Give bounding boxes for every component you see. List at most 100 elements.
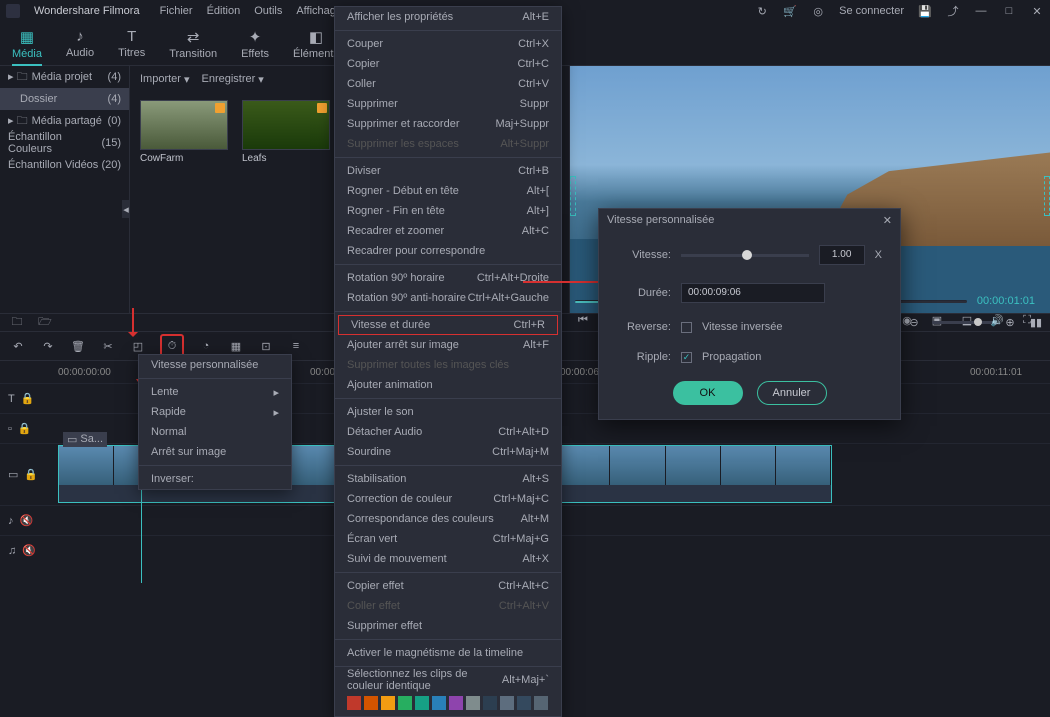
- cancel-button[interactable]: Annuler: [757, 381, 827, 405]
- cart-icon[interactable]: 🛒: [783, 4, 797, 18]
- ctx-item[interactable]: SourdineCtrl+Maj+M: [335, 442, 561, 462]
- color-swatch[interactable]: [398, 696, 412, 710]
- redo-icon[interactable]: ↷: [40, 338, 56, 354]
- color-swatch[interactable]: [449, 696, 463, 710]
- mute-icon[interactable]: 🔇: [22, 544, 36, 557]
- zoom-slider[interactable]: [932, 321, 992, 324]
- sidebar-item-colors[interactable]: Échantillon Couleurs(15): [0, 132, 129, 154]
- tab-transition[interactable]: ⇄Transition: [169, 28, 217, 60]
- ctx-item[interactable]: Détacher AudioCtrl+Alt+D: [335, 422, 561, 442]
- color-swatch[interactable]: [347, 696, 361, 710]
- ctx-item[interactable]: Ajouter arrêt sur imageAlt+F: [335, 335, 561, 355]
- track-text-icon[interactable]: T: [8, 393, 15, 405]
- new-folder-icon[interactable]: 🗀: [10, 316, 24, 330]
- motion-icon[interactable]: ⊡: [258, 338, 274, 354]
- tab-media[interactable]: ▦Média: [12, 28, 42, 66]
- ctx-item[interactable]: SupprimerSuppr: [335, 94, 561, 114]
- menu-custom-speed[interactable]: Vitesse personnalisée: [139, 355, 291, 375]
- menu-slow[interactable]: Lente▸: [139, 382, 291, 402]
- reverse-checkbox[interactable]: [681, 322, 692, 333]
- ripple-checkbox[interactable]: ✓: [681, 352, 692, 363]
- ctx-item[interactable]: Sélectionnez les clips de couleur identi…: [335, 670, 561, 690]
- refresh-icon[interactable]: ↻: [755, 4, 769, 18]
- ctx-item[interactable]: Copier effetCtrl+Alt+C: [335, 576, 561, 596]
- tab-effects[interactable]: ✦Effets: [241, 28, 269, 60]
- color-swatch[interactable]: [466, 696, 480, 710]
- ctx-item[interactable]: Rotation 90º horaireCtrl+Alt+Droite: [335, 268, 561, 288]
- color-swatch[interactable]: [432, 696, 446, 710]
- color-swatch[interactable]: [364, 696, 378, 710]
- ctx-item[interactable]: CopierCtrl+C: [335, 54, 561, 74]
- delete-icon[interactable]: 🗑: [70, 338, 86, 354]
- menu-file[interactable]: Fichier: [160, 5, 193, 17]
- duration-input[interactable]: 00:00:09:06: [681, 283, 825, 303]
- color-icon[interactable]: ◔: [198, 338, 214, 354]
- mute-icon[interactable]: 🔇: [20, 514, 34, 527]
- speed-slider[interactable]: [681, 254, 809, 257]
- ctx-item[interactable]: Rogner - Fin en têteAlt+]: [335, 201, 561, 221]
- ctx-item[interactable]: Suivi de mouvementAlt+X: [335, 549, 561, 569]
- tab-audio[interactable]: ♪Audio: [66, 28, 94, 59]
- ctx-item[interactable]: Correspondance des couleursAlt+M: [335, 509, 561, 529]
- track-audio-icon[interactable]: ♪: [8, 515, 14, 527]
- color-swatch[interactable]: [415, 696, 429, 710]
- lock-icon[interactable]: 🔒: [21, 392, 35, 405]
- ctx-item[interactable]: DiviserCtrl+B: [335, 161, 561, 181]
- maximize-icon[interactable]: □: [1002, 4, 1016, 18]
- ctx-item[interactable]: Rogner - Début en têteAlt+[: [335, 181, 561, 201]
- color-swatch[interactable]: [534, 696, 548, 710]
- ctx-item[interactable]: Ajuster le son: [335, 402, 561, 422]
- menu-edit[interactable]: Édition: [207, 5, 241, 17]
- adjust-icon[interactable]: ≡: [288, 338, 304, 354]
- menu-reverse[interactable]: Inverser:: [139, 469, 291, 489]
- media-thumb[interactable]: CowFarm: [140, 100, 228, 164]
- track-audio2-icon[interactable]: ♫: [8, 545, 16, 557]
- ctx-item[interactable]: Vitesse et duréeCtrl+R: [338, 315, 558, 335]
- lock-icon[interactable]: 🔒: [24, 468, 38, 481]
- color-swatch[interactable]: [381, 696, 395, 710]
- undo-icon[interactable]: ↶: [10, 338, 26, 354]
- track-pip-icon[interactable]: ▫: [8, 423, 12, 435]
- greenscreen-icon[interactable]: ▦: [228, 338, 244, 354]
- ctx-item[interactable]: Afficher les propriétésAlt+E: [335, 7, 561, 27]
- ok-button[interactable]: OK: [673, 381, 743, 405]
- menu-freeze[interactable]: Arrêt sur image: [139, 442, 291, 462]
- cut-icon[interactable]: ✂: [100, 338, 116, 354]
- minimize-icon[interactable]: —: [974, 4, 988, 18]
- signin-button[interactable]: Se connecter: [839, 5, 904, 17]
- sidebar-item-shared[interactable]: ▸ 🗀 Média partagé(0): [0, 110, 129, 132]
- zoom-in-icon[interactable]: ⊕: [1002, 314, 1018, 330]
- ctx-item[interactable]: CouperCtrl+X: [335, 34, 561, 54]
- ctx-item[interactable]: Ajouter animation: [335, 375, 561, 395]
- ctx-item[interactable]: Écran vertCtrl+Maj+G: [335, 529, 561, 549]
- collapse-sidebar-button[interactable]: ◂: [122, 200, 130, 218]
- ctx-item[interactable]: StabilisationAlt+S: [335, 469, 561, 489]
- media-thumb[interactable]: Leafs: [242, 100, 330, 164]
- resize-handle[interactable]: [570, 176, 576, 216]
- import-dropdown[interactable]: Importer ▾: [140, 73, 190, 86]
- close-icon[interactable]: ✕: [1030, 4, 1044, 18]
- color-swatch[interactable]: [483, 696, 497, 710]
- tab-elements[interactable]: ◧Éléments: [293, 28, 339, 60]
- dialog-close-icon[interactable]: ✕: [883, 214, 892, 227]
- ctx-item[interactable]: Correction de couleurCtrl+Maj+C: [335, 489, 561, 509]
- menu-normal[interactable]: Normal: [139, 422, 291, 442]
- speed-input[interactable]: 1.00: [819, 245, 865, 265]
- ctx-item[interactable]: Recadrer pour correspondre: [335, 241, 561, 261]
- save-icon[interactable]: 💾: [918, 4, 932, 18]
- ctx-item[interactable]: CollerCtrl+V: [335, 74, 561, 94]
- lock-icon[interactable]: 🔒: [18, 422, 32, 435]
- fit-icon[interactable]: ▮▮: [1028, 314, 1044, 330]
- sidebar-item-project[interactable]: ▸ 🗀 Média projet(4): [0, 66, 129, 88]
- zoom-out-icon[interactable]: ⊖: [906, 314, 922, 330]
- sidebar-item-folder[interactable]: Dossier(4): [0, 88, 129, 110]
- track-video-icon[interactable]: ▭: [8, 468, 18, 481]
- prev-frame-icon[interactable]: ⏮: [575, 312, 591, 328]
- notify-icon[interactable]: ◎: [811, 4, 825, 18]
- ctx-item[interactable]: Supprimer et raccorderMaj+Suppr: [335, 114, 561, 134]
- tab-titles[interactable]: TTitres: [118, 28, 145, 59]
- ctx-item[interactable]: Recadrer et zoomerAlt+C: [335, 221, 561, 241]
- record-dropdown[interactable]: Enregistrer ▾: [202, 73, 264, 86]
- ctx-item[interactable]: Activer le magnétisme de la timeline: [335, 643, 561, 663]
- ctx-item[interactable]: Rotation 90º anti-horaireCtrl+Alt+Gauche: [335, 288, 561, 308]
